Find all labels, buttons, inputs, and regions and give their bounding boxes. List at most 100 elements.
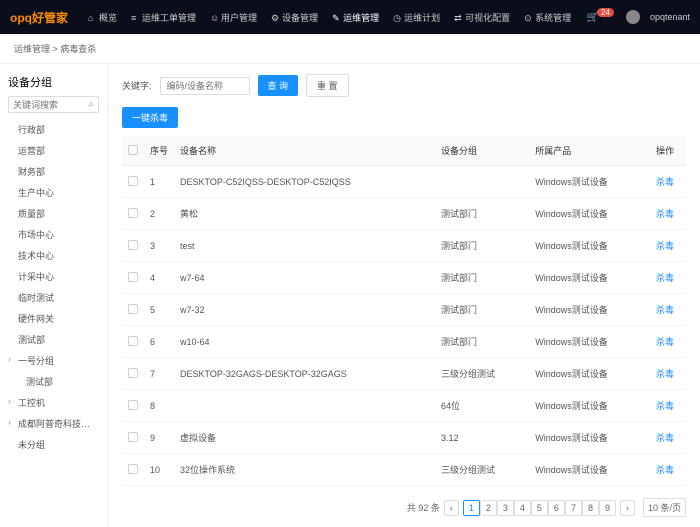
table-row: 1DESKTOP-C52IQSS-DESKTOP-C52IQSSWindows测… <box>122 166 686 198</box>
sidebar-item[interactable]: 一号分组 <box>8 350 99 371</box>
nav-icon: ≡ <box>131 13 139 21</box>
action-scan[interactable]: 杀毒 <box>656 177 674 187</box>
nav-label: 运维计划 <box>404 11 440 24</box>
nav-item[interactable]: ⇄可视化配置 <box>454 11 510 24</box>
page-number[interactable]: 8 <box>582 500 599 516</box>
cell-product: Windows测试设备 <box>529 230 650 262</box>
cart-icon[interactable]: 🛒24 <box>587 12 616 23</box>
action-scan[interactable]: 杀毒 <box>656 337 674 347</box>
page-number[interactable]: 1 <box>463 500 480 516</box>
nav-item[interactable]: ≡运维工单管理 <box>131 11 196 24</box>
page-number[interactable]: 4 <box>514 500 531 516</box>
sidebar-item[interactable]: 成都阿普奇科技股份有限公司 <box>8 413 99 434</box>
cell-product: Windows测试设备 <box>529 454 650 486</box>
nav-item[interactable]: ◷运维计划 <box>393 11 440 24</box>
sidebar-item[interactable]: 质量部 <box>8 203 99 224</box>
cell-name: w10-64 <box>174 326 435 358</box>
sidebar-item[interactable]: 运营部 <box>8 140 99 161</box>
virus-scan-button[interactable]: 一键杀毒 <box>122 107 178 128</box>
row-checkbox[interactable] <box>128 336 138 346</box>
nav-item[interactable]: ⚙设备管理 <box>271 11 318 24</box>
pagination: 共 92 条 ‹ 123456789 › 10 条/页 <box>122 498 686 517</box>
keyword-input[interactable] <box>160 77 250 95</box>
page-number[interactable]: 5 <box>531 500 548 516</box>
sidebar-item[interactable]: 行政部 <box>8 119 99 140</box>
sidebar-item[interactable]: 生产中心 <box>8 182 99 203</box>
cell-name: DESKTOP-C52IQSS-DESKTOP-C52IQSS <box>174 166 435 198</box>
sidebar-item[interactable]: 测试部 <box>8 371 99 392</box>
cell-name: test <box>174 230 435 262</box>
avatar[interactable] <box>626 10 640 24</box>
sidebar-item[interactable]: 测试部 <box>8 329 99 350</box>
cell-product: Windows测试设备 <box>529 198 650 230</box>
cell-product: Windows测试设备 <box>529 294 650 326</box>
page-number[interactable]: 9 <box>599 500 616 516</box>
nav-item[interactable]: ✎运维管理 <box>332 11 379 24</box>
action-scan[interactable]: 杀毒 <box>656 305 674 315</box>
sidebar-item[interactable]: 财务部 <box>8 161 99 182</box>
cell-name: w7-64 <box>174 262 435 294</box>
table-row: 4w7-64测试部门Windows测试设备杀毒 <box>122 262 686 294</box>
row-checkbox[interactable] <box>128 176 138 186</box>
cell-name <box>174 390 435 422</box>
cell-product: Windows测试设备 <box>529 326 650 358</box>
action-scan[interactable]: 杀毒 <box>656 465 674 475</box>
breadcrumb: 运维管理 > 病毒查杀 <box>0 34 700 64</box>
action-scan[interactable]: 杀毒 <box>656 369 674 379</box>
row-checkbox[interactable] <box>128 272 138 282</box>
sidebar-item[interactable]: 临时测试 <box>8 287 99 308</box>
sidebar-item[interactable]: 未分组 <box>8 434 99 455</box>
prev-page[interactable]: ‹ <box>444 500 459 516</box>
row-checkbox[interactable] <box>128 464 138 474</box>
cell-name: DESKTOP-32GAGS-DESKTOP-32GAGS <box>174 358 435 390</box>
cell-group: 测试部门 <box>435 198 529 230</box>
row-checkbox[interactable] <box>128 432 138 442</box>
cell-group: 测试部门 <box>435 294 529 326</box>
reset-button[interactable]: 重 置 <box>306 74 349 97</box>
page-number[interactable]: 3 <box>497 500 514 516</box>
search-button[interactable]: 查 询 <box>258 75 299 96</box>
username: opqtenant <box>650 12 690 22</box>
table-row: 864位Windows测试设备杀毒 <box>122 390 686 422</box>
row-checkbox[interactable] <box>128 368 138 378</box>
page-number[interactable]: 6 <box>548 500 565 516</box>
nav-item[interactable]: ⌂概览 <box>88 11 117 24</box>
cell-product: Windows测试设备 <box>529 262 650 294</box>
row-checkbox[interactable] <box>128 240 138 250</box>
row-checkbox[interactable] <box>128 400 138 410</box>
action-scan[interactable]: 杀毒 <box>656 273 674 283</box>
sidebar-item[interactable]: 计采中心 <box>8 266 99 287</box>
cell-group: 64位 <box>435 390 529 422</box>
nav-label: 可视化配置 <box>465 11 510 24</box>
table-row: 9虚拟设备3.12Windows测试设备杀毒 <box>122 422 686 454</box>
sidebar-item[interactable]: 市场中心 <box>8 224 99 245</box>
action-scan[interactable]: 杀毒 <box>656 241 674 251</box>
nav-label: 运维管理 <box>343 11 379 24</box>
next-page[interactable]: › <box>620 500 635 516</box>
cell-no: 3 <box>144 230 174 262</box>
search-icon[interactable]: ⌕ <box>88 99 94 110</box>
total-count: 共 92 条 <box>407 501 440 514</box>
sidebar-item[interactable]: 硬件网关 <box>8 308 99 329</box>
sidebar-item[interactable]: 技术中心 <box>8 245 99 266</box>
row-checkbox[interactable] <box>128 304 138 314</box>
sidebar-search-input[interactable] <box>13 100 88 110</box>
action-scan[interactable]: 杀毒 <box>656 209 674 219</box>
nav-item[interactable]: ⊙系统管理 <box>524 11 571 24</box>
page-size-select[interactable]: 10 条/页 <box>643 498 686 517</box>
page-number[interactable]: 7 <box>565 500 582 516</box>
select-all-checkbox[interactable] <box>128 145 138 155</box>
action-scan[interactable]: 杀毒 <box>656 433 674 443</box>
nav-label: 系统管理 <box>535 11 571 24</box>
sidebar-search[interactable]: ⌕ <box>8 96 99 113</box>
nav-item[interactable]: ☺用户管理 <box>210 11 257 24</box>
nav-icon: ⊙ <box>524 13 532 21</box>
table-row: 5w7-32测试部门Windows测试设备杀毒 <box>122 294 686 326</box>
sidebar-item[interactable]: 工控机 <box>8 392 99 413</box>
table-row: 3test测试部门Windows测试设备杀毒 <box>122 230 686 262</box>
row-checkbox[interactable] <box>128 208 138 218</box>
action-scan[interactable]: 杀毒 <box>656 401 674 411</box>
page-number[interactable]: 2 <box>480 500 497 516</box>
cell-group: 三级分组测试 <box>435 358 529 390</box>
device-table: 序号设备名称设备分组所属产品操作 1DESKTOP-C52IQSS-DESKTO… <box>122 136 686 486</box>
